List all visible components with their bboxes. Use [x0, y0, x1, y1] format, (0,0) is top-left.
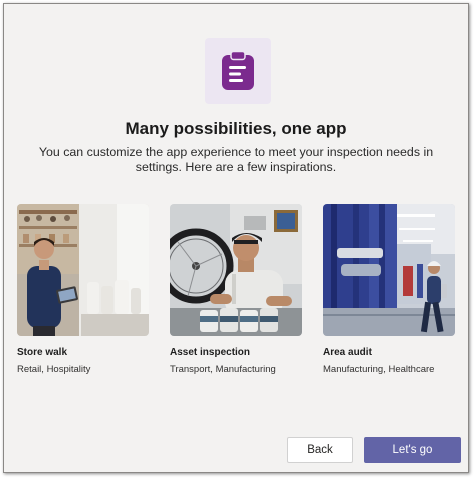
app-icon-tile — [205, 38, 271, 104]
dialog-heading: Many possibilities, one app — [125, 119, 347, 138]
card-title: Asset inspection — [170, 347, 251, 358]
back-button[interactable]: Back — [287, 437, 353, 463]
store-walk-photo — [17, 204, 149, 336]
card-tags: Transport, Manufacturing — [170, 364, 276, 375]
asset-inspection-photo — [170, 204, 302, 336]
card-title: Area audit — [323, 347, 372, 358]
card-asset-inspection[interactable]: Asset inspection Transport, Manufacturin… — [170, 204, 302, 375]
lets-go-button[interactable]: Let's go — [364, 437, 461, 463]
dialog: Many possibilities, one app You can cust… — [3, 3, 469, 473]
card-title: Store walk — [17, 347, 68, 358]
card-tags: Manufacturing, Healthcare — [323, 364, 435, 375]
dialog-subtitle: You can customize the app experience to … — [38, 145, 434, 174]
card-tags: Retail, Hospitality — [17, 364, 91, 375]
card-area-audit[interactable]: Area audit Manufacturing, Healthcare — [323, 204, 455, 375]
area-audit-photo — [323, 204, 455, 336]
card-store-walk[interactable]: Store walk Retail, Hospitality — [17, 204, 149, 375]
clipboard-icon — [222, 51, 254, 90]
